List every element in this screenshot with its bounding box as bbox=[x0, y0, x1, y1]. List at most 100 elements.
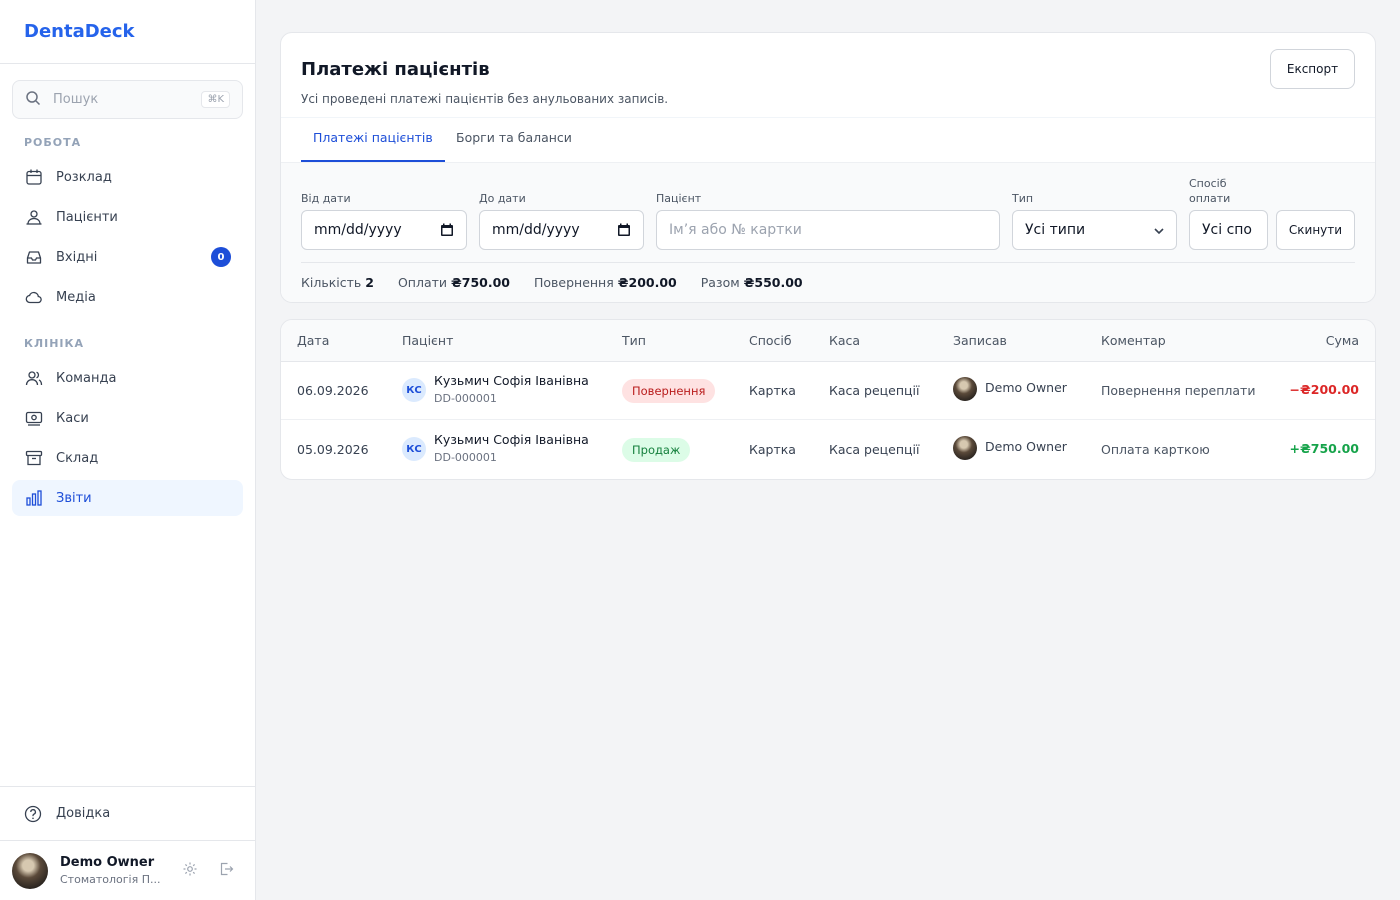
sidebar-item-media[interactable]: Медіа bbox=[12, 279, 243, 315]
column-header[interactable]: Каса bbox=[829, 333, 860, 348]
payment-comment: Оплата карткою bbox=[1101, 442, 1210, 457]
patient-name[interactable]: Кузьмич Софія Іванівна bbox=[434, 432, 589, 447]
page-title: Платежі пацієнтів bbox=[301, 59, 490, 80]
status-badge: Продаж bbox=[622, 438, 691, 462]
search-shortcut: ⌘K bbox=[201, 91, 230, 108]
inbox-icon bbox=[24, 247, 44, 267]
table-header: Дата Пацієнт Тип Спосіб Каса Записав Ком… bbox=[281, 320, 1375, 362]
sidebar-item-label: Медіа bbox=[56, 289, 96, 305]
payment-comment: Повернення переплати bbox=[1101, 383, 1256, 398]
cloud-icon bbox=[24, 287, 44, 307]
sidebar-item-inventory[interactable]: Склад bbox=[12, 440, 243, 476]
search-placeholder: Пошук bbox=[53, 92, 99, 107]
calendar-icon[interactable] bbox=[440, 223, 454, 241]
avatar bbox=[953, 377, 977, 401]
sidebar-item-inbox[interactable]: Вхідні 0 bbox=[12, 239, 243, 275]
method-filter-label: Спосіб оплати bbox=[1189, 177, 1231, 205]
summary-divider bbox=[301, 262, 1355, 263]
users-icon bbox=[24, 207, 44, 227]
sidebar-item-label: Команда bbox=[56, 370, 117, 386]
payment-method-select[interactable]: Усі спо bbox=[1189, 210, 1268, 250]
user-org: Стоматологія П... bbox=[60, 873, 161, 886]
patient-initials-avatar: КС bbox=[402, 437, 426, 461]
payment-date: 06.09.2026 bbox=[297, 383, 369, 398]
patient-card-number: DD-000001 bbox=[434, 451, 497, 464]
table-row[interactable]: 06.09.2026 КС Кузьмич Софія Іванівна DD-… bbox=[281, 361, 1375, 420]
to-date-input[interactable]: mm/dd/yyyy bbox=[479, 210, 644, 250]
from-date-value: mm/dd/yyyy bbox=[314, 222, 402, 238]
summary-refunds: Повернення ₴200.00 bbox=[533, 275, 677, 290]
patient-initials-avatar: КС bbox=[402, 378, 426, 402]
user-panel: Demo Owner Стоматологія П... bbox=[0, 840, 255, 900]
sidebar-item-reports[interactable]: Звіти bbox=[12, 480, 243, 516]
sidebar-item-label: Пацієнти bbox=[56, 209, 118, 225]
team-icon bbox=[24, 368, 44, 388]
sidebar: DentaDeck Пошук ⌘K РОБОТА Розклад Пацієн… bbox=[0, 0, 256, 900]
payment-amount: +₴750.00 bbox=[1289, 441, 1359, 456]
cashbox: Каса рецепції bbox=[829, 383, 920, 398]
from-date-label: Від дати bbox=[301, 192, 351, 205]
payment-method: Картка bbox=[749, 442, 796, 457]
search-icon bbox=[25, 90, 41, 110]
filters-panel: Від дати mm/dd/yyyy До дати mm/dd/yyyy П… bbox=[281, 162, 1375, 302]
avatar[interactable] bbox=[12, 852, 48, 889]
patient-filter-label: Пацієнт bbox=[656, 192, 702, 205]
tabs-bar: Платежі пацієнтів Борги та баланси bbox=[281, 117, 1375, 162]
calendar-icon bbox=[24, 167, 44, 187]
tab-debts-balances[interactable]: Борги та баланси bbox=[444, 118, 584, 162]
help-link[interactable]: Довідка bbox=[0, 786, 255, 840]
patient-name[interactable]: Кузьмич Софія Іванівна bbox=[434, 373, 589, 388]
cashbox: Каса рецепції bbox=[829, 442, 920, 457]
from-date-input[interactable]: mm/dd/yyyy bbox=[301, 210, 467, 250]
type-filter-label: Тип bbox=[1012, 192, 1034, 205]
patient-search-input[interactable]: Ім’я або № картки bbox=[656, 210, 1000, 250]
payment-date: 05.09.2026 bbox=[297, 442, 369, 457]
sidebar-item-label: Склад bbox=[56, 450, 99, 466]
to-date-value: mm/dd/yyyy bbox=[492, 222, 580, 238]
payments-table: Дата Пацієнт Тип Спосіб Каса Записав Ком… bbox=[280, 319, 1376, 480]
cash-icon bbox=[24, 408, 44, 428]
payment-method-value: Усі спо bbox=[1202, 222, 1252, 238]
avatar bbox=[953, 436, 977, 460]
logout-icon[interactable] bbox=[218, 861, 234, 881]
page-subtitle: Усі проведені платежі пацієнтів без анул… bbox=[301, 92, 669, 106]
payment-method: Картка bbox=[749, 383, 796, 398]
sidebar-item-team[interactable]: Команда bbox=[12, 360, 243, 396]
sidebar-item-cashboxes[interactable]: Каси bbox=[12, 400, 243, 436]
section-label-work: РОБОТА bbox=[24, 136, 82, 149]
column-header[interactable]: Тип bbox=[622, 333, 646, 348]
sidebar-item-label: Вхідні bbox=[56, 249, 98, 265]
inbox-count-badge: 0 bbox=[211, 247, 231, 267]
column-header[interactable]: Коментар bbox=[1101, 333, 1166, 348]
export-button[interactable]: Експорт bbox=[1270, 49, 1355, 89]
to-date-label: До дати bbox=[479, 192, 526, 205]
settings-icon[interactable] bbox=[182, 861, 198, 881]
bar-chart-icon bbox=[24, 488, 44, 508]
summary-total: Разом ₴550.00 bbox=[700, 275, 803, 290]
sidebar-item-label: Каси bbox=[56, 410, 89, 426]
summary-count: Кількість 2 bbox=[301, 275, 374, 290]
column-header[interactable]: Записав bbox=[953, 333, 1007, 348]
chevron-down-icon bbox=[1152, 224, 1166, 242]
search-input[interactable]: Пошук ⌘K bbox=[12, 80, 243, 119]
tab-patient-payments[interactable]: Платежі пацієнтів bbox=[301, 118, 445, 162]
table-row[interactable]: 05.09.2026 КС Кузьмич Софія Іванівна DD-… bbox=[281, 420, 1375, 479]
payment-amount: −₴200.00 bbox=[1289, 382, 1359, 397]
brand-logo[interactable]: DentaDeck bbox=[0, 0, 255, 64]
sidebar-item-schedule[interactable]: Розклад bbox=[12, 159, 243, 195]
user-name: Demo Owner bbox=[60, 855, 155, 870]
summary-bar: Кількість 2 Оплати ₴750.00 Повернення ₴2… bbox=[301, 275, 803, 290]
recorded-by: Demo Owner bbox=[985, 439, 1067, 454]
sidebar-item-label: Розклад bbox=[56, 169, 112, 185]
column-header[interactable]: Дата bbox=[297, 333, 329, 348]
column-header[interactable]: Сума bbox=[1326, 333, 1359, 348]
sidebar-item-patients[interactable]: Пацієнти bbox=[12, 199, 243, 235]
help-label: Довідка bbox=[56, 806, 111, 821]
reset-filters-button[interactable]: Скинути bbox=[1276, 210, 1355, 250]
calendar-icon[interactable] bbox=[617, 223, 631, 241]
type-select[interactable]: Усі типи bbox=[1012, 210, 1177, 250]
patient-search-placeholder: Ім’я або № картки bbox=[669, 222, 802, 238]
column-header[interactable]: Спосіб bbox=[749, 333, 792, 348]
column-header[interactable]: Пацієнт bbox=[402, 333, 453, 348]
type-select-value: Усі типи bbox=[1025, 222, 1086, 238]
